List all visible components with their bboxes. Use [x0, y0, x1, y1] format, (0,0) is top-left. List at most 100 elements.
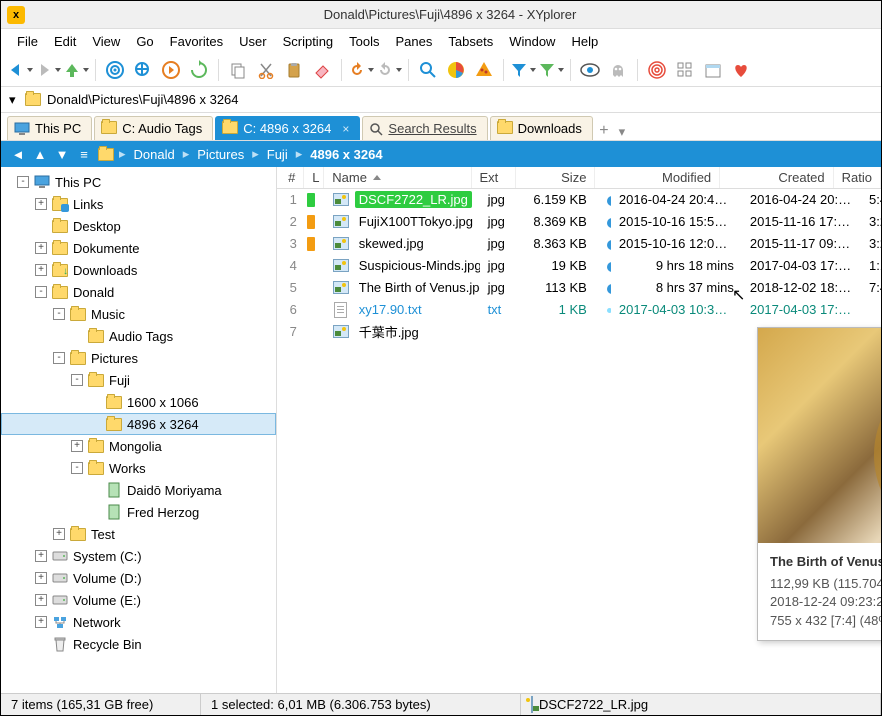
- tab-c-audio-tags[interactable]: C: Audio Tags: [94, 116, 213, 140]
- eye-icon[interactable]: [577, 57, 603, 83]
- tree-item-fuji[interactable]: -Fuji: [1, 369, 276, 391]
- tree-item-volume-e-[interactable]: +Volume (E:): [1, 589, 276, 611]
- menu-window[interactable]: Window: [501, 32, 563, 51]
- grid-icon[interactable]: [672, 57, 698, 83]
- bc-menu-icon[interactable]: ≡: [75, 145, 93, 163]
- erase-icon[interactable]: [309, 57, 335, 83]
- new-tab-button[interactable]: +: [595, 122, 613, 140]
- chevron-down-icon[interactable]: ▾: [9, 92, 19, 108]
- file-row[interactable]: 1DSCF2722_LR.jpgjpg6.159 KB2016-04-24 20…: [277, 189, 881, 211]
- tree-toggle[interactable]: +: [35, 616, 47, 628]
- tree-item-4896-x-3264[interactable]: 4896 x 3264: [1, 413, 276, 435]
- tree-item-music[interactable]: -Music: [1, 303, 276, 325]
- tree-item-donald[interactable]: -Donald: [1, 281, 276, 303]
- tree-toggle[interactable]: -: [35, 286, 47, 298]
- address-bar[interactable]: ▾ Donald\Pictures\Fuji\4896 x 3264: [1, 87, 881, 113]
- tree-item-works[interactable]: -Works: [1, 457, 276, 479]
- filter-green-icon[interactable]: [538, 57, 564, 83]
- tree-item-dokumente[interactable]: +Dokumente: [1, 237, 276, 259]
- tree-item-recycle-bin[interactable]: Recycle Bin: [1, 633, 276, 655]
- menu-user[interactable]: User: [231, 32, 274, 51]
- tab-menu-button[interactable]: ▾: [615, 124, 629, 140]
- tree-toggle[interactable]: +: [35, 572, 47, 584]
- tab-downloads[interactable]: Downloads: [490, 116, 593, 140]
- tab-search-results[interactable]: Search Results: [362, 116, 487, 140]
- back-button[interactable]: [7, 57, 33, 83]
- tree-item-this-pc[interactable]: -This PC: [1, 171, 276, 193]
- filter-icon[interactable]: [510, 57, 536, 83]
- pizza-icon[interactable]: [471, 57, 497, 83]
- bc-back-icon[interactable]: ◄: [9, 145, 27, 163]
- tree-toggle[interactable]: +: [71, 440, 83, 452]
- zoom-out-icon[interactable]: [130, 57, 156, 83]
- refresh-icon[interactable]: [186, 57, 212, 83]
- menu-panes[interactable]: Panes: [388, 32, 441, 51]
- calendar-icon[interactable]: [700, 57, 726, 83]
- tree-toggle[interactable]: -: [71, 374, 83, 386]
- up-button[interactable]: [63, 57, 89, 83]
- crumb-pictures[interactable]: Pictures: [193, 147, 248, 162]
- paste-icon[interactable]: [281, 57, 307, 83]
- file-row[interactable]: 2FujiX100TTokyo.jpgjpg8.369 KB2015-10-16…: [277, 211, 881, 233]
- col-name[interactable]: Name: [324, 167, 471, 188]
- tree-item-system-c-[interactable]: +System (C:): [1, 545, 276, 567]
- col-ext[interactable]: Ext: [472, 167, 516, 188]
- tree-toggle[interactable]: +: [35, 198, 47, 210]
- tree-item-1600-x-1066[interactable]: 1600 x 1066: [1, 391, 276, 413]
- redo-icon[interactable]: [376, 57, 402, 83]
- menu-tabsets[interactable]: Tabsets: [440, 32, 501, 51]
- ghost-icon[interactable]: [605, 57, 631, 83]
- col-created[interactable]: Created: [720, 167, 833, 188]
- tree-item-desktop[interactable]: Desktop: [1, 215, 276, 237]
- col-ratio[interactable]: Ratio: [834, 167, 881, 188]
- tree-toggle[interactable]: +: [35, 264, 47, 276]
- tree-item-audio-tags[interactable]: Audio Tags: [1, 325, 276, 347]
- copy-icon[interactable]: [225, 57, 251, 83]
- tree-toggle[interactable]: +: [35, 242, 47, 254]
- tab-this-pc[interactable]: This PC: [7, 116, 92, 140]
- col-label[interactable]: L: [304, 167, 324, 188]
- tree-item-fred-herzog[interactable]: Fred Herzog: [1, 501, 276, 523]
- tree-toggle[interactable]: -: [53, 308, 65, 320]
- forward-button[interactable]: [35, 57, 61, 83]
- tree-toggle[interactable]: +: [35, 594, 47, 606]
- tree-toggle[interactable]: -: [17, 176, 29, 188]
- tree-pane[interactable]: -This PC+LinksDesktop+Dokumente+↓Downloa…: [1, 167, 277, 693]
- col-num[interactable]: #: [277, 167, 304, 188]
- menu-scripting[interactable]: Scripting: [275, 32, 342, 51]
- tree-toggle[interactable]: +: [53, 528, 65, 540]
- tree-toggle[interactable]: -: [53, 352, 65, 364]
- menu-file[interactable]: File: [9, 32, 46, 51]
- menu-favorites[interactable]: Favorites: [162, 32, 231, 51]
- cut-icon[interactable]: [253, 57, 279, 83]
- undo-icon[interactable]: [348, 57, 374, 83]
- crumb-donald[interactable]: Donald: [130, 147, 179, 162]
- tree-toggle[interactable]: -: [71, 462, 83, 474]
- piechart-icon[interactable]: [443, 57, 469, 83]
- col-size[interactable]: Size: [516, 167, 596, 188]
- crumb-current[interactable]: 4896 x 3264: [306, 147, 386, 162]
- bc-folder-icon[interactable]: [97, 145, 115, 163]
- tree-toggle[interactable]: +: [35, 550, 47, 562]
- spiral-icon[interactable]: [644, 57, 670, 83]
- tree-item-pictures[interactable]: -Pictures: [1, 347, 276, 369]
- file-row[interactable]: 6xy17.90.txttxt1 KB2017-04-03 10:36:4420…: [277, 299, 881, 321]
- tree-item-volume-d-[interactable]: +Volume (D:): [1, 567, 276, 589]
- list-pane[interactable]: # L Name Ext Size Modified Created Ratio…: [277, 167, 881, 693]
- nav-right-icon[interactable]: [158, 57, 184, 83]
- menu-go[interactable]: Go: [128, 32, 161, 51]
- tree-item-mongolia[interactable]: +Mongolia: [1, 435, 276, 457]
- list-body[interactable]: 1DSCF2722_LR.jpgjpg6.159 KB2016-04-24 20…: [277, 189, 881, 693]
- tree-item-network[interactable]: +Network: [1, 611, 276, 633]
- search-icon[interactable]: [415, 57, 441, 83]
- tab-c-4896-x-3264[interactable]: C: 4896 x 3264×: [215, 116, 360, 140]
- tree-item-downloads[interactable]: +↓Downloads: [1, 259, 276, 281]
- col-modified[interactable]: Modified: [595, 167, 720, 188]
- file-row[interactable]: 3skewed.jpgjpg8.363 KB2015-10-16 12:02:4…: [277, 233, 881, 255]
- menu-tools[interactable]: Tools: [341, 32, 387, 51]
- tree-item-test[interactable]: +Test: [1, 523, 276, 545]
- menu-help[interactable]: Help: [563, 32, 606, 51]
- tree-item-links[interactable]: +Links: [1, 193, 276, 215]
- menu-view[interactable]: View: [84, 32, 128, 51]
- crumb-fuji[interactable]: Fuji: [263, 147, 292, 162]
